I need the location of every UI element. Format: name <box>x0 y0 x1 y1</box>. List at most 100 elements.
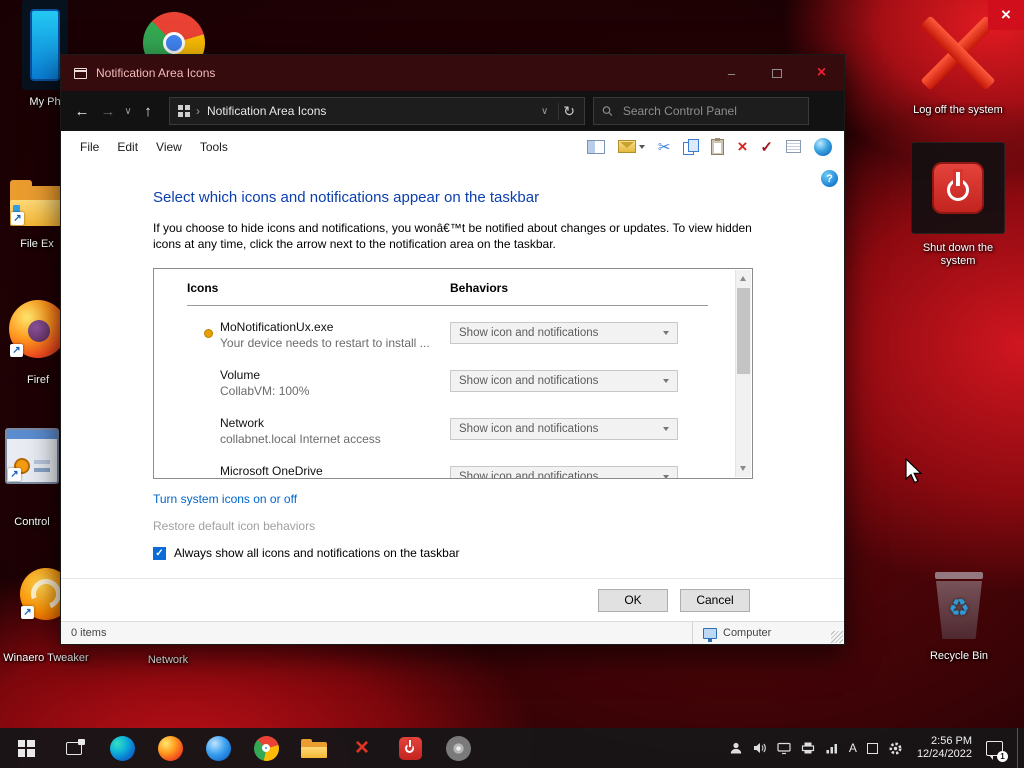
power-icon <box>398 736 422 760</box>
list-item[interactable]: MoNotificationUx.exe Your device needs t… <box>154 315 752 363</box>
close-button[interactable]: × <box>799 55 844 91</box>
desktop-icon-label: Recycle Bin <box>929 650 989 662</box>
list-item[interactable]: Network collabnet.local Internet access … <box>154 411 752 459</box>
help-globe-icon[interactable] <box>814 137 832 156</box>
always-show-checkbox-row[interactable]: ✓ Always show all icons and notification… <box>153 546 460 560</box>
clock-time: 2:56 PM <box>931 735 972 747</box>
cut-icon[interactable]: ✂ <box>658 138 671 156</box>
rename-check-icon[interactable]: ✓ <box>760 138 773 156</box>
history-chevron-icon[interactable]: ∨ <box>121 106 135 117</box>
icons-behaviors-list: Icons Behaviors MoNotificationUx.exe You… <box>153 268 753 479</box>
share-button[interactable] <box>617 140 645 153</box>
menu-tools[interactable]: Tools <box>191 140 237 154</box>
taskbar-chrome[interactable] <box>242 728 290 768</box>
behavior-select[interactable]: Show icon and notifications <box>450 370 678 392</box>
behavior-value: Show icon and notifications <box>459 423 599 435</box>
paste-icon[interactable] <box>711 137 725 155</box>
taskbar-firefox[interactable] <box>146 728 194 768</box>
firefox-icon <box>157 735 183 761</box>
menu-edit[interactable]: Edit <box>108 140 147 154</box>
desktop-icon-label: Winaero Tweaker <box>3 652 89 664</box>
shutdown-tile <box>911 142 1005 234</box>
system-tray: A 2:56 PM 12/24/2022 1 <box>729 728 1024 768</box>
notification-center-icon[interactable]: 1 <box>986 740 1008 762</box>
taskbar-clock[interactable]: 2:56 PM 12/24/2022 <box>913 735 976 761</box>
recycle-bin-icon: ♻ <box>931 572 987 640</box>
taskbar-media[interactable] <box>434 728 482 768</box>
link-turn-system-icons[interactable]: Turn system icons on or off <box>153 492 297 506</box>
list-item[interactable]: Volume CollabVM: 100% Show icon and noti… <box>154 363 752 411</box>
task-view-button[interactable] <box>50 728 98 768</box>
minimize-button[interactable]: – <box>709 55 754 91</box>
start-button[interactable] <box>2 728 50 768</box>
maximize-button[interactable] <box>754 55 799 91</box>
language-indicator[interactable]: A <box>849 741 857 755</box>
vm-close-button[interactable]: × <box>988 0 1024 30</box>
menu-bar: File Edit View Tools ✂ × ✓ <box>61 131 844 162</box>
breadcrumb[interactable]: › Notification Area Icons ∨ ↻ <box>169 97 585 125</box>
forward-button[interactable]: → <box>95 103 121 120</box>
back-button[interactable]: ← <box>69 103 95 120</box>
scroll-down-icon[interactable] <box>740 466 746 471</box>
ime-tray-icon[interactable] <box>866 742 878 754</box>
taskbar-apps: × <box>0 728 482 768</box>
footer-divider <box>61 578 844 579</box>
list-scrollbar[interactable] <box>735 270 751 477</box>
shortcut-arrow-icon: ↗ <box>10 344 23 357</box>
menu-file[interactable]: File <box>71 140 108 154</box>
taskbar-log-off[interactable]: × <box>338 728 386 768</box>
firefox-icon: ↗ <box>9 300 67 358</box>
scrollbar-thumb[interactable] <box>737 288 750 374</box>
printer-tray-icon[interactable] <box>801 741 815 755</box>
refresh-button[interactable]: ↻ <box>558 102 584 120</box>
status-zone-label: Computer <box>723 627 772 639</box>
address-dropdown-icon[interactable]: ∨ <box>531 106 558 117</box>
properties-icon[interactable] <box>786 140 801 153</box>
item-name: Network <box>220 416 265 430</box>
combo-chevron-icon <box>663 331 669 335</box>
control-panel-mini-icon <box>178 105 190 117</box>
preview-pane-icon[interactable] <box>586 139 605 154</box>
taskbar-file-explorer[interactable] <box>290 728 338 768</box>
display-tray-icon[interactable] <box>777 741 791 755</box>
network-tray-icon[interactable] <box>825 741 839 755</box>
taskbar-edge[interactable] <box>98 728 146 768</box>
behavior-select[interactable]: Show icon and notifications <box>450 418 678 440</box>
search-input[interactable] <box>620 103 800 119</box>
item-description: Your device needs to restart to install … <box>220 336 430 350</box>
checkbox-checked[interactable]: ✓ <box>153 546 166 560</box>
desktop-icon-network[interactable]: Network <box>138 654 198 667</box>
taskbar-shutdown[interactable] <box>386 728 434 768</box>
show-desktop-button[interactable] <box>1017 728 1020 768</box>
desktop-icon-shut-down[interactable]: Shut down the system <box>910 142 1006 268</box>
list-item[interactable]: Microsoft OneDrive Show icon and notific… <box>154 459 752 478</box>
scroll-up-icon[interactable] <box>740 276 746 281</box>
help-button[interactable]: ? <box>821 170 838 187</box>
user-tray-icon[interactable] <box>729 741 743 755</box>
search-box[interactable] <box>593 97 809 125</box>
desktop-icon-recycle-bin[interactable]: ♻ Recycle Bin <box>913 572 1005 663</box>
window-titlebar[interactable]: Notification Area Icons – × <box>61 55 844 91</box>
ok-button[interactable]: OK <box>598 589 668 612</box>
up-button[interactable]: ↑ <box>135 103 161 120</box>
volume-tray-icon[interactable] <box>753 741 767 755</box>
delete-icon[interactable]: × <box>737 137 747 157</box>
behavior-value: Show icon and notifications <box>459 327 599 339</box>
resize-grip[interactable] <box>831 631 843 643</box>
log-off-x-icon <box>917 12 999 94</box>
breadcrumb-text[interactable]: Notification Area Icons <box>207 104 326 118</box>
menu-view[interactable]: View <box>147 140 191 154</box>
cancel-button[interactable]: Cancel <box>680 589 750 612</box>
taskbar-browser[interactable] <box>194 728 242 768</box>
item-name: MoNotificationUx.exe <box>220 320 334 334</box>
behavior-select[interactable]: Show icon and notifications <box>450 322 678 344</box>
behavior-select[interactable]: Show icon and notifications <box>450 466 678 478</box>
item-name: Microsoft OneDrive <box>220 464 323 478</box>
breadcrumb-separator: › <box>196 104 200 118</box>
blue-globe-icon <box>205 735 231 761</box>
shortcut-arrow-icon: ↗ <box>21 606 34 619</box>
copy-icon[interactable] <box>683 139 700 155</box>
chevron-down-icon <box>638 144 645 149</box>
settings-gear-icon[interactable] <box>888 741 903 756</box>
app-status-icon <box>204 329 213 338</box>
